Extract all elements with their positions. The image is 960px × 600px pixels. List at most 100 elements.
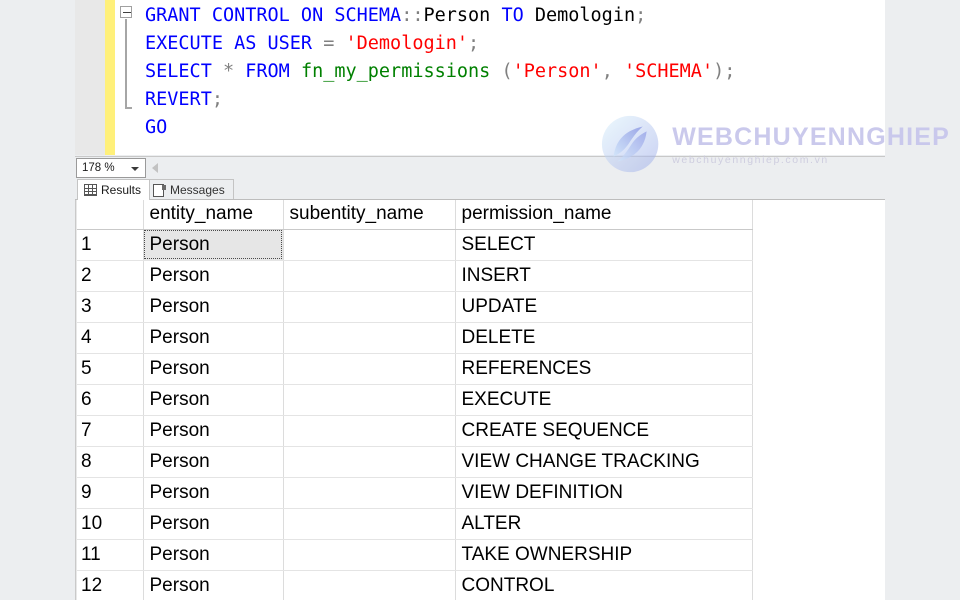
cell-permission-name[interactable]: VIEW CHANGE TRACKING: [455, 446, 753, 478]
table-row[interactable]: 11 Person TAKE OWNERSHIP: [75, 539, 753, 571]
column-header-permission-name[interactable]: permission_name: [455, 200, 753, 230]
row-number-cell[interactable]: 10: [75, 508, 144, 540]
cell-subentity-name[interactable]: [283, 291, 456, 323]
cell-subentity-name[interactable]: [283, 415, 456, 447]
code-token: 'SCHEMA': [623, 61, 714, 82]
column-header-rownum[interactable]: [75, 200, 144, 230]
cell-permission-name[interactable]: TAKE OWNERSHIP: [455, 539, 753, 571]
cell-permission-name[interactable]: VIEW DEFINITION: [455, 477, 753, 509]
cell-entity-name[interactable]: Person: [143, 539, 284, 571]
column-header-entity-name[interactable]: entity_name: [143, 200, 284, 230]
cell-permission-name[interactable]: DELETE: [455, 322, 753, 354]
screenshot-root: GRANT CONTROL ON SCHEMA::Person TO Demol…: [0, 0, 960, 600]
table-row[interactable]: 8 Person VIEW CHANGE TRACKING: [75, 446, 753, 478]
row-number-cell[interactable]: 12: [75, 570, 144, 600]
chevron-down-icon[interactable]: [131, 166, 139, 171]
sql-code-editor[interactable]: GRANT CONTROL ON SCHEMA::Person TO Demol…: [75, 0, 885, 155]
table-row[interactable]: 2 Person INSERT: [75, 260, 753, 292]
cell-entity-name[interactable]: Person: [143, 415, 284, 447]
cell-entity-name[interactable]: Person: [143, 229, 284, 261]
row-number-cell[interactable]: 2: [75, 260, 144, 292]
row-number-cell[interactable]: 4: [75, 322, 144, 354]
tab-results-label: Results: [101, 183, 142, 197]
tab-results[interactable]: Results: [77, 179, 151, 200]
cell-subentity-name[interactable]: [283, 322, 456, 354]
cell-entity-name[interactable]: Person: [143, 508, 284, 540]
code-token: GO: [145, 117, 168, 138]
row-number-cell[interactable]: 3: [75, 291, 144, 323]
row-number-cell[interactable]: 11: [75, 539, 144, 571]
code-folding-margin[interactable]: [115, 0, 141, 155]
tab-messages[interactable]: Messages: [146, 179, 234, 200]
triangle-left-icon[interactable]: [152, 162, 158, 173]
code-token: ::: [401, 5, 424, 26]
table-row[interactable]: 12 Person CONTROL: [75, 570, 753, 600]
cell-permission-name[interactable]: REFERENCES: [455, 353, 753, 385]
row-number-cell[interactable]: 7: [75, 415, 144, 447]
code-line: SELECT * FROM fn_my_permissions ('Person…: [145, 58, 885, 86]
table-header-row: entity_name subentity_name permission_na…: [75, 200, 753, 230]
zoom-level-combobox[interactable]: 178 %: [76, 157, 146, 178]
cell-entity-name[interactable]: Person: [143, 353, 284, 385]
column-header-subentity-name[interactable]: subentity_name: [283, 200, 456, 230]
table-row[interactable]: 10 Person ALTER: [75, 508, 753, 540]
tab-messages-label: Messages: [170, 183, 225, 197]
row-number-cell[interactable]: 8: [75, 446, 144, 478]
cell-permission-name[interactable]: EXECUTE: [455, 384, 753, 416]
code-token: 'Demologin': [345, 33, 469, 54]
table-row[interactable]: 7 Person CREATE SEQUENCE: [75, 415, 753, 447]
editor-status-bar: 178 %: [75, 156, 885, 178]
cell-permission-name[interactable]: CONTROL: [455, 570, 753, 600]
code-token: 'Person': [512, 61, 602, 82]
cell-subentity-name[interactable]: [283, 446, 456, 478]
cell-entity-name[interactable]: Person: [143, 260, 284, 292]
code-line: EXECUTE AS USER = 'Demologin';: [145, 30, 885, 58]
code-token: ;: [211, 89, 223, 110]
editor-gutter: [75, 0, 105, 155]
row-number-cell[interactable]: 1: [75, 229, 144, 261]
fold-bracket-line: [125, 19, 132, 109]
table-row[interactable]: 6 Person EXECUTE: [75, 384, 753, 416]
code-text-area[interactable]: GRANT CONTROL ON SCHEMA::Person TO Demol…: [141, 0, 885, 155]
table-row[interactable]: 4 Person DELETE: [75, 322, 753, 354]
row-number-cell[interactable]: 9: [75, 477, 144, 509]
collapse-block-icon[interactable]: [120, 6, 132, 18]
table-row[interactable]: 9 Person VIEW DEFINITION: [75, 477, 753, 509]
code-token: fn_my_permissions: [300, 61, 491, 82]
code-token: TO: [501, 5, 524, 26]
results-grid-panel[interactable]: entity_name subentity_name permission_na…: [75, 199, 885, 600]
cell-subentity-name[interactable]: [283, 570, 456, 600]
cell-permission-name[interactable]: UPDATE: [455, 291, 753, 323]
cell-entity-name[interactable]: Person: [143, 477, 284, 509]
row-number-cell[interactable]: 5: [75, 353, 144, 385]
code-token: EXECUTE AS USER: [145, 33, 313, 54]
cell-permission-name[interactable]: ALTER: [455, 508, 753, 540]
cell-entity-name[interactable]: Person: [143, 570, 284, 600]
cell-permission-name[interactable]: SELECT: [455, 229, 753, 261]
cell-permission-name[interactable]: CREATE SEQUENCE: [455, 415, 753, 447]
cell-entity-name[interactable]: Person: [143, 446, 284, 478]
cell-entity-name[interactable]: Person: [143, 322, 284, 354]
table-row[interactable]: 3 Person UPDATE: [75, 291, 753, 323]
cell-entity-name[interactable]: Person: [143, 384, 284, 416]
cell-permission-name[interactable]: INSERT: [455, 260, 753, 292]
code-token: ;: [635, 5, 647, 26]
table-row[interactable]: 1 Person SELECT: [75, 229, 753, 261]
cell-subentity-name[interactable]: [283, 260, 456, 292]
cell-entity-name[interactable]: Person: [143, 291, 284, 323]
code-token: =: [323, 33, 335, 54]
cell-subentity-name[interactable]: [283, 229, 456, 261]
cell-subentity-name[interactable]: [283, 384, 456, 416]
cell-subentity-name[interactable]: [283, 477, 456, 509]
code-token: (: [490, 61, 513, 82]
code-token: ,: [601, 61, 624, 82]
row-number-cell[interactable]: 6: [75, 384, 144, 416]
cell-subentity-name[interactable]: [283, 508, 456, 540]
results-table[interactable]: entity_name subentity_name permission_na…: [75, 200, 753, 600]
cell-subentity-name[interactable]: [283, 539, 456, 571]
table-row[interactable]: 5 Person REFERENCES: [75, 353, 753, 385]
cell-subentity-name[interactable]: [283, 353, 456, 385]
